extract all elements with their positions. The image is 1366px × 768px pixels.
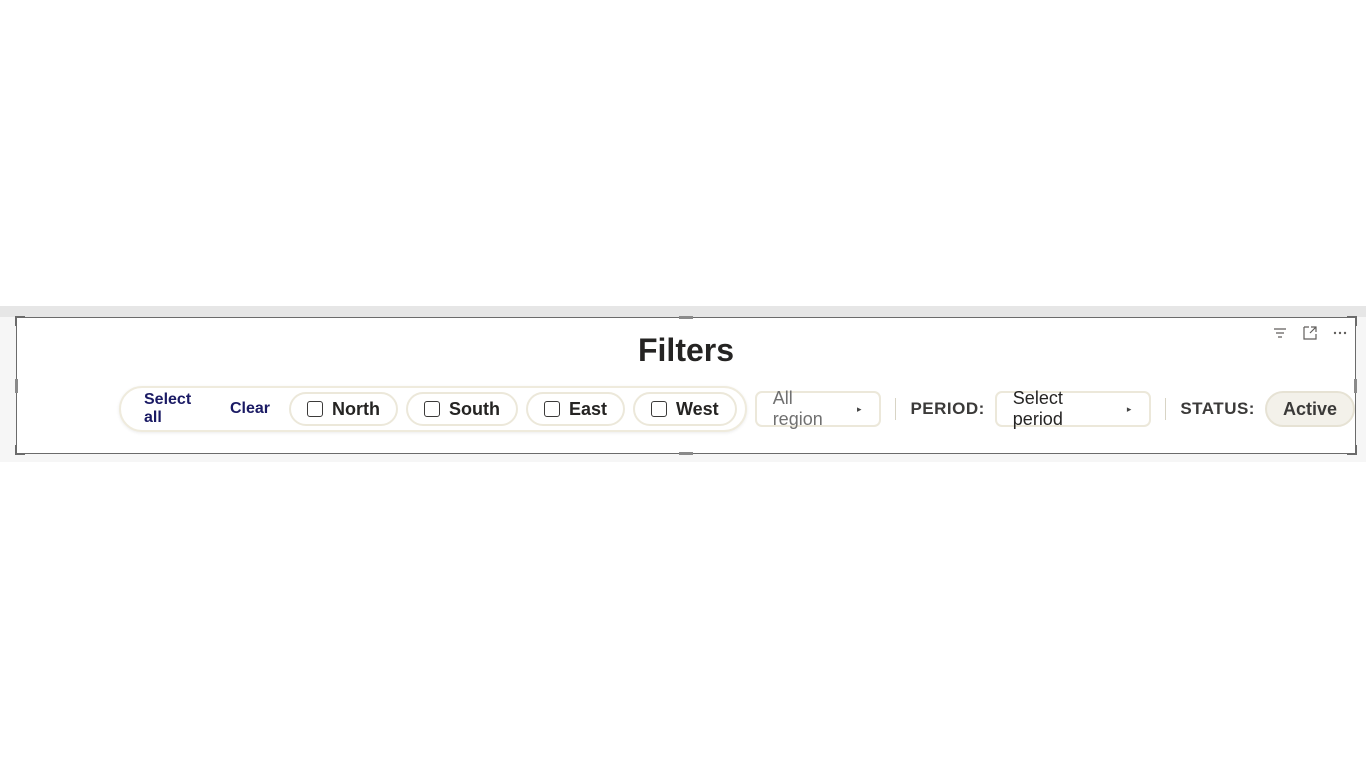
divider: [895, 398, 897, 420]
region-chip-north[interactable]: North: [288, 392, 398, 426]
resize-handle-bottom[interactable]: [679, 452, 693, 455]
checkbox-icon[interactable]: [543, 401, 560, 417]
checkbox-icon[interactable]: [651, 401, 667, 417]
region-chip-south[interactable]: South: [405, 392, 518, 426]
resize-handle-top[interactable]: [679, 316, 693, 319]
resize-corner-top-left[interactable]: [15, 316, 25, 326]
period-dropdown-value: Select period: [1012, 388, 1063, 429]
resize-corner-bottom-right[interactable]: [1347, 445, 1357, 455]
filters-visual-container[interactable]: Filters Select all Clear North South Eas…: [15, 316, 1357, 455]
caret-right-icon: ▸: [1126, 403, 1132, 414]
region-slicer: Select all Clear North South East West: [119, 386, 747, 432]
region-chip-label: North: [331, 398, 380, 419]
resize-handle-left[interactable]: [15, 379, 18, 393]
filter-toolbar: Select all Clear North South East West A…: [119, 385, 1355, 433]
region-chip-west[interactable]: West: [633, 392, 737, 426]
status-active-toggle[interactable]: Active: [1264, 391, 1355, 427]
clear-button[interactable]: Clear: [219, 400, 281, 418]
resize-corner-bottom-left[interactable]: [15, 445, 25, 455]
region-dropdown[interactable]: All region ▸: [754, 388, 882, 429]
region-chip-label: East: [568, 398, 607, 419]
region-dropdown-value: All region: [772, 388, 823, 429]
period-label: PERIOD:: [910, 399, 985, 418]
checkbox-icon[interactable]: [423, 401, 440, 417]
period-dropdown[interactable]: Select period ▸: [994, 388, 1152, 429]
region-chip-label: West: [676, 398, 719, 419]
caret-right-icon: ▸: [856, 403, 862, 414]
checkbox-icon[interactable]: [306, 401, 323, 417]
select-all-button[interactable]: Select all: [133, 391, 219, 427]
status-label: STATUS:: [1180, 399, 1255, 418]
region-chip-east[interactable]: East: [525, 392, 625, 426]
region-chip-label: South: [448, 398, 500, 419]
divider: [1165, 398, 1167, 420]
visual-title: Filters: [637, 332, 735, 368]
